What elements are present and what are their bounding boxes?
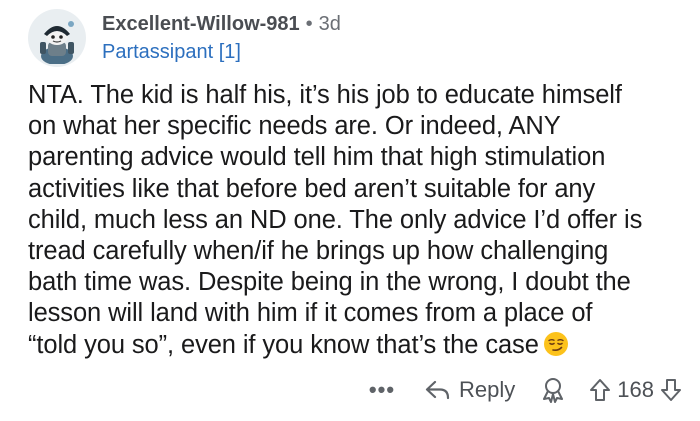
award-icon (543, 378, 564, 403)
author-username[interactable]: Excellent-Willow-981 (102, 11, 300, 37)
snoo-avatar-icon (32, 13, 82, 64)
more-options-button[interactable]: ••• (369, 377, 395, 403)
comment-card: Excellent-Willow-981 • 3d Partassipant [… (0, 0, 700, 421)
award-button[interactable] (541, 377, 565, 403)
comment-body-line: activities like that before bed aren’t s… (28, 174, 596, 203)
comment-actions: ••• Reply 168 (369, 370, 682, 410)
upvote-arrow-icon (590, 379, 611, 401)
comment-age: 3d (318, 13, 341, 35)
comment-body-line: NTA. The kid is half his, it’s his job t… (28, 81, 622, 109)
user-flair: Partassipant [1] (102, 41, 241, 63)
author-row: Excellent-Willow-981 • 3d (102, 11, 341, 37)
comment-body-line: lesson will land with him if it comes fr… (28, 299, 593, 328)
vote-controls: 168 (589, 377, 682, 403)
reply-label: Reply (459, 377, 516, 402)
comment-body-line: parenting advice would tell him that hig… (28, 143, 606, 172)
comment-meta: Excellent-Willow-981 • 3d Partassipant [… (102, 11, 341, 65)
comment-header: Excellent-Willow-981 • 3d Partassipant [… (28, 9, 341, 67)
comment-body: NTA. The kid is half his, it’s his job t… (28, 80, 688, 365)
comment-body-line: bath time was. Despite being in the wron… (28, 268, 631, 297)
reply-button[interactable]: Reply (425, 377, 515, 403)
smirk-emoji-icon (543, 331, 569, 365)
comment-body-line: on what her specific needs are. Or indee… (28, 112, 561, 141)
meta-separator: • (305, 13, 313, 35)
comment-body-line-last: “told you so”, even if you know that’s t… (28, 330, 688, 365)
comment-body-line: child, much less an ND one. The only adv… (28, 205, 643, 234)
downvote-arrow-icon (661, 379, 681, 401)
downvote-button[interactable] (660, 378, 682, 402)
comment-body-text: “told you so”, even if you know that’s t… (28, 330, 539, 359)
upvote-button[interactable] (589, 378, 611, 402)
avatar[interactable] (28, 9, 86, 67)
reply-arrow-icon (425, 380, 450, 400)
more-options-icon: ••• (368, 377, 396, 402)
comment-body-line: tread carefully when/if he brings up how… (28, 237, 609, 266)
vote-score: 168 (617, 377, 654, 402)
